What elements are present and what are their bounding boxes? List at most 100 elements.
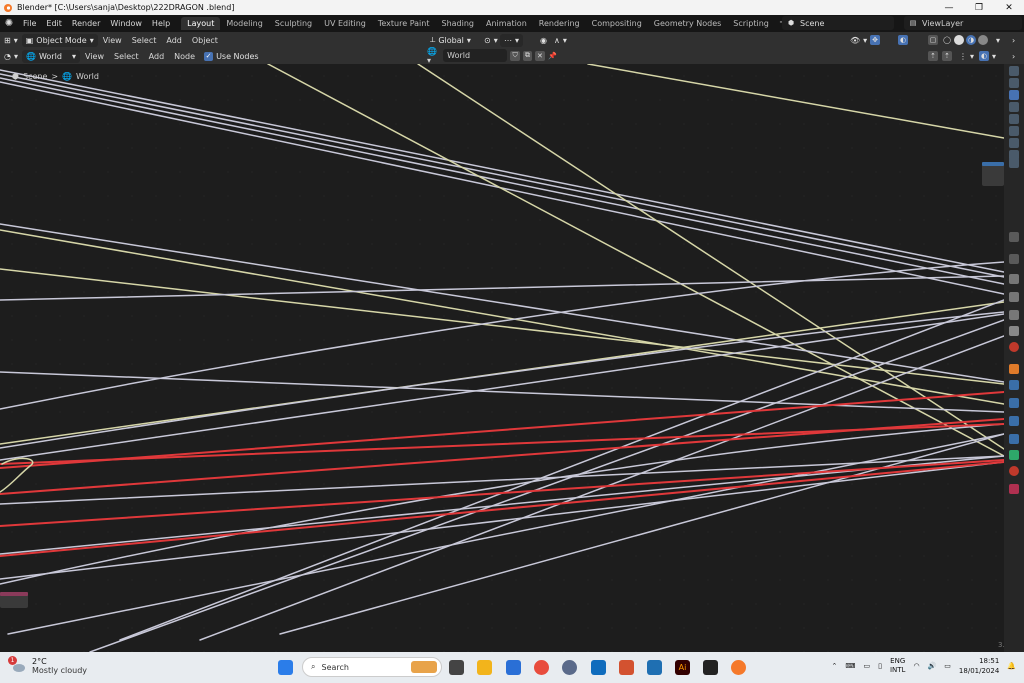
rendered-shading-icon[interactable] [978, 35, 988, 45]
language-indicator[interactable]: ENG INTL [890, 657, 905, 675]
header2-menu-node[interactable]: Node [169, 52, 200, 61]
pivot-dropdown[interactable]: ⊙ ▾ [480, 34, 502, 47]
scene-selector[interactable]: ⬢ Scene [782, 16, 894, 30]
duplicate-icon[interactable]: ⧉ [522, 50, 533, 61]
maximize-button[interactable]: ❐ [964, 0, 994, 15]
visibility-dropdown[interactable]: 👁 ▾ [846, 34, 871, 47]
node-editor-canvas[interactable] [0, 64, 1004, 652]
node-editor-type-button[interactable]: ◔ ▾ [0, 50, 22, 63]
notification-bell-icon[interactable]: 🔔 [1007, 662, 1016, 670]
modifier-wrench-icon[interactable] [1009, 380, 1019, 390]
outlook-icon[interactable] [591, 660, 606, 675]
header1-menu-object[interactable]: Object [187, 36, 223, 45]
object-data-icon[interactable] [1009, 450, 1019, 460]
use-nodes-toggle[interactable]: ✓ Use Nodes [200, 50, 263, 63]
menu-help[interactable]: Help [147, 19, 175, 28]
camera-icon[interactable] [1009, 90, 1019, 100]
overlay-toggle-icon[interactable]: ◐ [898, 35, 908, 45]
solid-shading-icon[interactable] [954, 35, 964, 45]
illustrator-icon[interactable]: Ai [675, 660, 690, 675]
camera-icon[interactable] [1009, 66, 1019, 76]
tab-uv-editing[interactable]: UV Editing [318, 17, 372, 30]
view-layer-name[interactable]: ViewLayer [922, 19, 963, 28]
windows-start-icon[interactable] [278, 660, 293, 675]
tab-layout[interactable]: Layout [181, 17, 221, 30]
menu-file[interactable]: File [18, 19, 41, 28]
powerpoint-icon[interactable] [619, 660, 634, 675]
task-view-icon[interactable] [449, 660, 464, 675]
header1-menu-add[interactable]: Add [161, 36, 187, 45]
scene-name[interactable]: Scene [800, 19, 824, 28]
file-explorer-icon[interactable] [477, 660, 492, 675]
snap-dropdown[interactable]: ⋯ ▾ [500, 33, 524, 47]
chrome-icon[interactable] [534, 660, 549, 675]
tab-geometry-nodes[interactable]: Geometry Nodes [648, 17, 727, 30]
constraints-icon[interactable] [1009, 434, 1019, 444]
texture-icon[interactable] [1009, 484, 1019, 494]
clock[interactable]: 18:51 18/01/2024 [959, 656, 999, 676]
battery-icon[interactable]: ▭ [944, 662, 951, 670]
proportional-edit-button[interactable]: ◉ [536, 34, 551, 47]
menu-edit[interactable]: Edit [41, 19, 67, 28]
display-icon[interactable]: ▭ [864, 662, 871, 670]
tool-icon[interactable] [1009, 232, 1019, 242]
fake-user-shield-icon[interactable]: ⛉ [510, 50, 520, 61]
header2-menu-add[interactable]: Add [144, 52, 170, 61]
use-nodes-checkbox-icon[interactable]: ✓ [204, 51, 214, 61]
node-wrap-icon[interactable]: ⇡ [942, 51, 952, 61]
store-icon[interactable] [506, 660, 521, 675]
camera-icon[interactable] [1009, 114, 1019, 124]
output-icon[interactable] [1009, 292, 1019, 302]
material-shading-icon[interactable]: ◑ [966, 35, 976, 45]
object-tab-icon[interactable] [1009, 364, 1019, 374]
header1-menu-view[interactable]: View [98, 36, 127, 45]
unlink-icon[interactable]: ✕ [535, 50, 545, 61]
tab-shading[interactable]: Shading [435, 17, 480, 30]
volume-icon[interactable]: 🔊 [928, 662, 937, 670]
shading-options-dropdown[interactable]: ▾ [992, 34, 1004, 47]
weather-widget[interactable]: 1 2°C Mostly cloudy [8, 656, 87, 675]
tab-scripting[interactable]: Scripting [727, 17, 775, 30]
close-button[interactable]: ✕ [994, 0, 1024, 15]
pin-icon[interactable]: 📌 [548, 51, 557, 61]
header1-menu-select[interactable]: Select [127, 36, 162, 45]
tool-settings-icon[interactable] [1009, 254, 1019, 264]
camera-icon[interactable] [1009, 138, 1019, 148]
view-layer-tab-icon[interactable] [1009, 310, 1019, 320]
shader-type-dropdown[interactable]: 🌐 World ▾ [22, 49, 80, 63]
falloff-dropdown[interactable]: ∧ ▾ [550, 34, 571, 47]
xray-toggle-icon[interactable]: ▢ [928, 35, 938, 45]
header2-menu-view[interactable]: View [80, 52, 109, 61]
camera-icon[interactable] [1009, 158, 1019, 168]
world-name-field[interactable]: World [443, 49, 508, 62]
wireframe-shading-icon[interactable]: ◯ [942, 35, 952, 45]
tab-texture-paint[interactable]: Texture Paint [372, 17, 436, 30]
orientation-dropdown[interactable]: ⟂ Global ▾ [426, 34, 475, 47]
particles-icon[interactable] [1009, 398, 1019, 408]
tab-modeling[interactable]: Modeling [220, 17, 268, 30]
world-browse-icon[interactable]: 🌐▾ [427, 47, 440, 65]
blender-logo-icon[interactable]: ✺ [0, 15, 18, 32]
camera-icon[interactable] [1009, 126, 1019, 136]
blender-taskbar-icon[interactable] [731, 660, 746, 675]
world-tab-icon[interactable] [1009, 342, 1019, 352]
menu-window[interactable]: Window [105, 19, 147, 28]
overlays-dropdown[interactable]: ◐ ▾ [975, 50, 1000, 63]
tab-animation[interactable]: Animation [480, 17, 533, 30]
scene-tab-icon[interactable] [1009, 326, 1019, 336]
wifi-icon[interactable]: ◠ [913, 662, 919, 670]
minimize-button[interactable]: — [934, 0, 964, 15]
tablet-icon[interactable]: ▯ [878, 662, 882, 670]
tab-sculpting[interactable]: Sculpting [269, 17, 318, 30]
menu-render[interactable]: Render [67, 19, 105, 28]
header2-scroll-arrow-icon[interactable]: › [1008, 50, 1019, 63]
editor-type-button[interactable]: ⊞ ▾ [0, 34, 22, 47]
view-layer-selector[interactable]: ▤ ViewLayer [904, 16, 1022, 30]
camera-icon[interactable] [1009, 102, 1019, 112]
sticky-notes-icon[interactable] [703, 660, 718, 675]
header2-menu-select[interactable]: Select [109, 52, 144, 61]
header-scroll-arrow-icon[interactable]: › [1008, 34, 1019, 47]
settings-gear-icon[interactable] [562, 660, 577, 675]
gizmo-toggle-icon[interactable]: ✥ [870, 35, 880, 45]
physics-icon[interactable] [1009, 416, 1019, 426]
